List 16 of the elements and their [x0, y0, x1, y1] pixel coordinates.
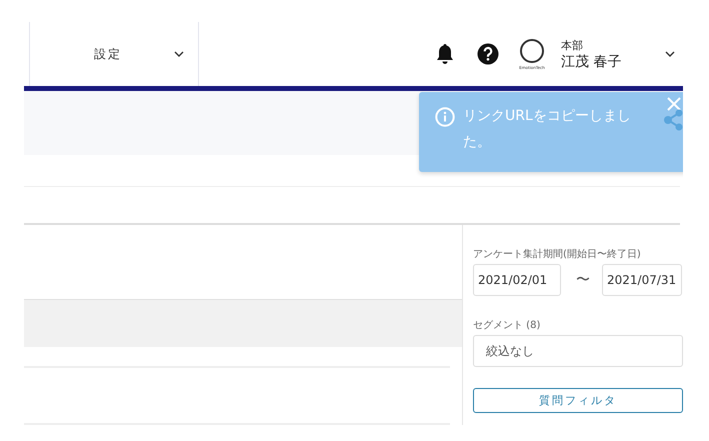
period-label: アンケート集計期間(開始日〜終了日) [473, 248, 642, 261]
segment-label: セグメント (8) [473, 319, 542, 332]
bell-icon[interactable] [435, 43, 455, 65]
date-separator: 〜 [576, 271, 590, 289]
chevron-down-icon[interactable] [665, 51, 675, 57]
segment-select[interactable]: 絞込なし [473, 335, 683, 367]
question-filter-button[interactable]: 質問フィルタ [473, 388, 683, 413]
chevron-down-icon [174, 51, 184, 57]
toast-message: リンクURLをコピーしました。 [463, 107, 632, 152]
close-icon[interactable] [667, 97, 681, 111]
user-name[interactable]: 江茂 春子 [561, 52, 665, 70]
department-label: 本部 [561, 38, 584, 52]
end-date-field[interactable]: 2021/07/31 [602, 264, 682, 296]
start-date-field[interactable]: 2021/02/01 [473, 264, 561, 296]
info-icon [435, 107, 455, 127]
help-icon[interactable] [477, 43, 499, 65]
